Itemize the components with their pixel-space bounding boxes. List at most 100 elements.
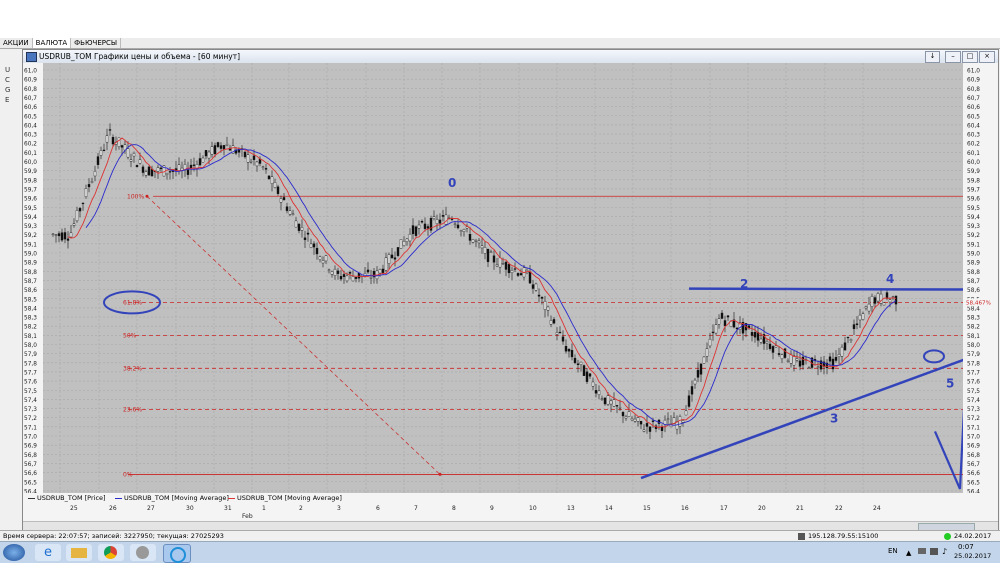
tab-futures[interactable]: ФЬЮЧЕРСЫ [71, 38, 122, 48]
price-candle-body [582, 365, 586, 376]
price-candle-body [687, 395, 691, 407]
left-price-label: 59,1 [24, 242, 37, 248]
price-candle-body [300, 227, 304, 231]
price-candle-body [507, 264, 511, 274]
price-candle-body [483, 247, 487, 254]
file-explorer-icon[interactable] [66, 544, 92, 561]
price-candle-body [243, 151, 247, 158]
price-candle-body [93, 171, 97, 177]
close-button[interactable]: × [979, 51, 995, 63]
price-candle-body [501, 263, 505, 265]
tray-chevron-icon[interactable]: ▲ [906, 549, 911, 557]
left-letter: C [5, 76, 10, 84]
right-price-label: 58,7 [967, 279, 980, 285]
price-candle-body [492, 255, 496, 263]
right-price-label: 57,3 [967, 407, 980, 413]
price-candle-body [474, 240, 478, 242]
price-candle-body [405, 238, 409, 242]
language-indicator[interactable]: EN [888, 547, 898, 555]
left-price-label: 57,1 [24, 425, 37, 431]
support-trendline [640, 349, 989, 480]
price-candle-body [534, 283, 538, 291]
right-price-label: 56,7 [967, 462, 980, 468]
trading-app-icon[interactable] [163, 544, 191, 563]
price-candle-body [276, 186, 280, 194]
price-candle-body [861, 313, 865, 320]
price-candle-body [198, 158, 202, 166]
chart-app-icon [26, 52, 37, 62]
market-tabs: АКЦИИ ВАЛЮТА ФЬЮЧЕРСЫ [0, 38, 1000, 49]
price-candle-body [714, 324, 718, 334]
price-candle-body [51, 233, 55, 236]
left-price-label: 58,1 [24, 334, 37, 340]
price-candle-body [69, 232, 73, 238]
left-price-label: 58,9 [24, 261, 37, 267]
left-price-label: 58,6 [24, 288, 37, 294]
right-price-label: 58,9 [967, 261, 980, 267]
start-button-icon[interactable] [3, 544, 25, 561]
chart-window: USDRUB_TOM Графики цены и объема - [60 м… [22, 49, 999, 531]
left-price-label: 57,5 [24, 389, 37, 395]
clock-time[interactable]: 0:07 [958, 543, 974, 551]
left-price-label: 56,8 [24, 453, 37, 459]
price-candle-body [216, 142, 220, 147]
chrome-icon[interactable] [98, 544, 124, 561]
price-candle-body [279, 198, 283, 203]
tab-stocks[interactable]: АКЦИИ [0, 38, 33, 48]
price-candle-body [315, 247, 319, 255]
price-candle-body [78, 208, 82, 212]
windows-taskbar: e EN ▲ ♪ 0:07 25.02.2017 [0, 541, 1000, 563]
price-candle-body [57, 233, 61, 237]
price-candle-body [678, 416, 682, 427]
price-candle-body [528, 271, 532, 284]
price-candle-body [267, 175, 271, 180]
tab-currency[interactable]: ВАЛЮТА [32, 38, 72, 48]
month-label: Feb [242, 513, 253, 520]
price-candle-body [771, 346, 775, 353]
price-candle-body [324, 255, 328, 262]
window-titlebar[interactable]: USDRUB_TOM Графики цены и объема - [60 м… [23, 50, 998, 64]
internet-explorer-icon[interactable]: e [35, 544, 61, 561]
right-price-label: 57,9 [967, 352, 980, 358]
network-tray-icon[interactable] [930, 548, 938, 555]
price-candle-body [366, 269, 370, 273]
right-price-label: 59,3 [967, 224, 980, 230]
chart-plot-area[interactable]: 100%61.8%50%38.2%23.6%0%012345 [43, 63, 989, 508]
date-label: 1 [262, 505, 266, 512]
price-candle-body [630, 418, 634, 421]
left-price-label: 57,2 [24, 416, 37, 422]
price-candle-body [780, 354, 784, 360]
price-candle-body [225, 144, 229, 146]
maximize-button[interactable]: □ [962, 51, 978, 63]
date-label: 8 [452, 505, 456, 512]
minimize-button[interactable]: – [945, 51, 961, 63]
price-candle-body [609, 400, 613, 405]
price-candle-body [777, 353, 781, 355]
price-candle-body [192, 164, 196, 166]
price-candle-body [339, 276, 343, 280]
right-price-label: 59,2 [967, 233, 980, 239]
flag-tray-icon[interactable] [918, 548, 926, 554]
price-candle-body [342, 274, 346, 277]
right-price-label: 58,8 [967, 270, 980, 276]
right-price-label: 60,0 [967, 160, 980, 166]
download-button[interactable]: ↓ [925, 51, 940, 63]
volume-tray-icon[interactable]: ♪ [942, 547, 947, 556]
price-candle-body [588, 373, 592, 377]
price-candle-body [786, 360, 790, 363]
price-candle-body [573, 357, 577, 364]
price-candle-body [96, 156, 100, 165]
right-price-label: 56,6 [967, 471, 980, 477]
price-candle-body [456, 224, 460, 229]
left-price-label: 60,9 [24, 78, 37, 84]
price-candle-body [453, 223, 457, 225]
right-price-label: 57,2 [967, 416, 980, 422]
fibonacci-anchor-point [438, 472, 442, 476]
media-player-icon[interactable] [130, 544, 156, 561]
network-icon [798, 533, 805, 540]
price-candle-body [402, 241, 406, 246]
price-candle-body [318, 256, 322, 260]
price-candle-body [120, 145, 124, 148]
date-axis: 25 26 27 30 31 1 2 3 6 7 8 9 10 13 14 15 16 17 20 21 22 24 Feb [23, 503, 998, 521]
clock-date[interactable]: 25.02.2017 [954, 552, 991, 560]
